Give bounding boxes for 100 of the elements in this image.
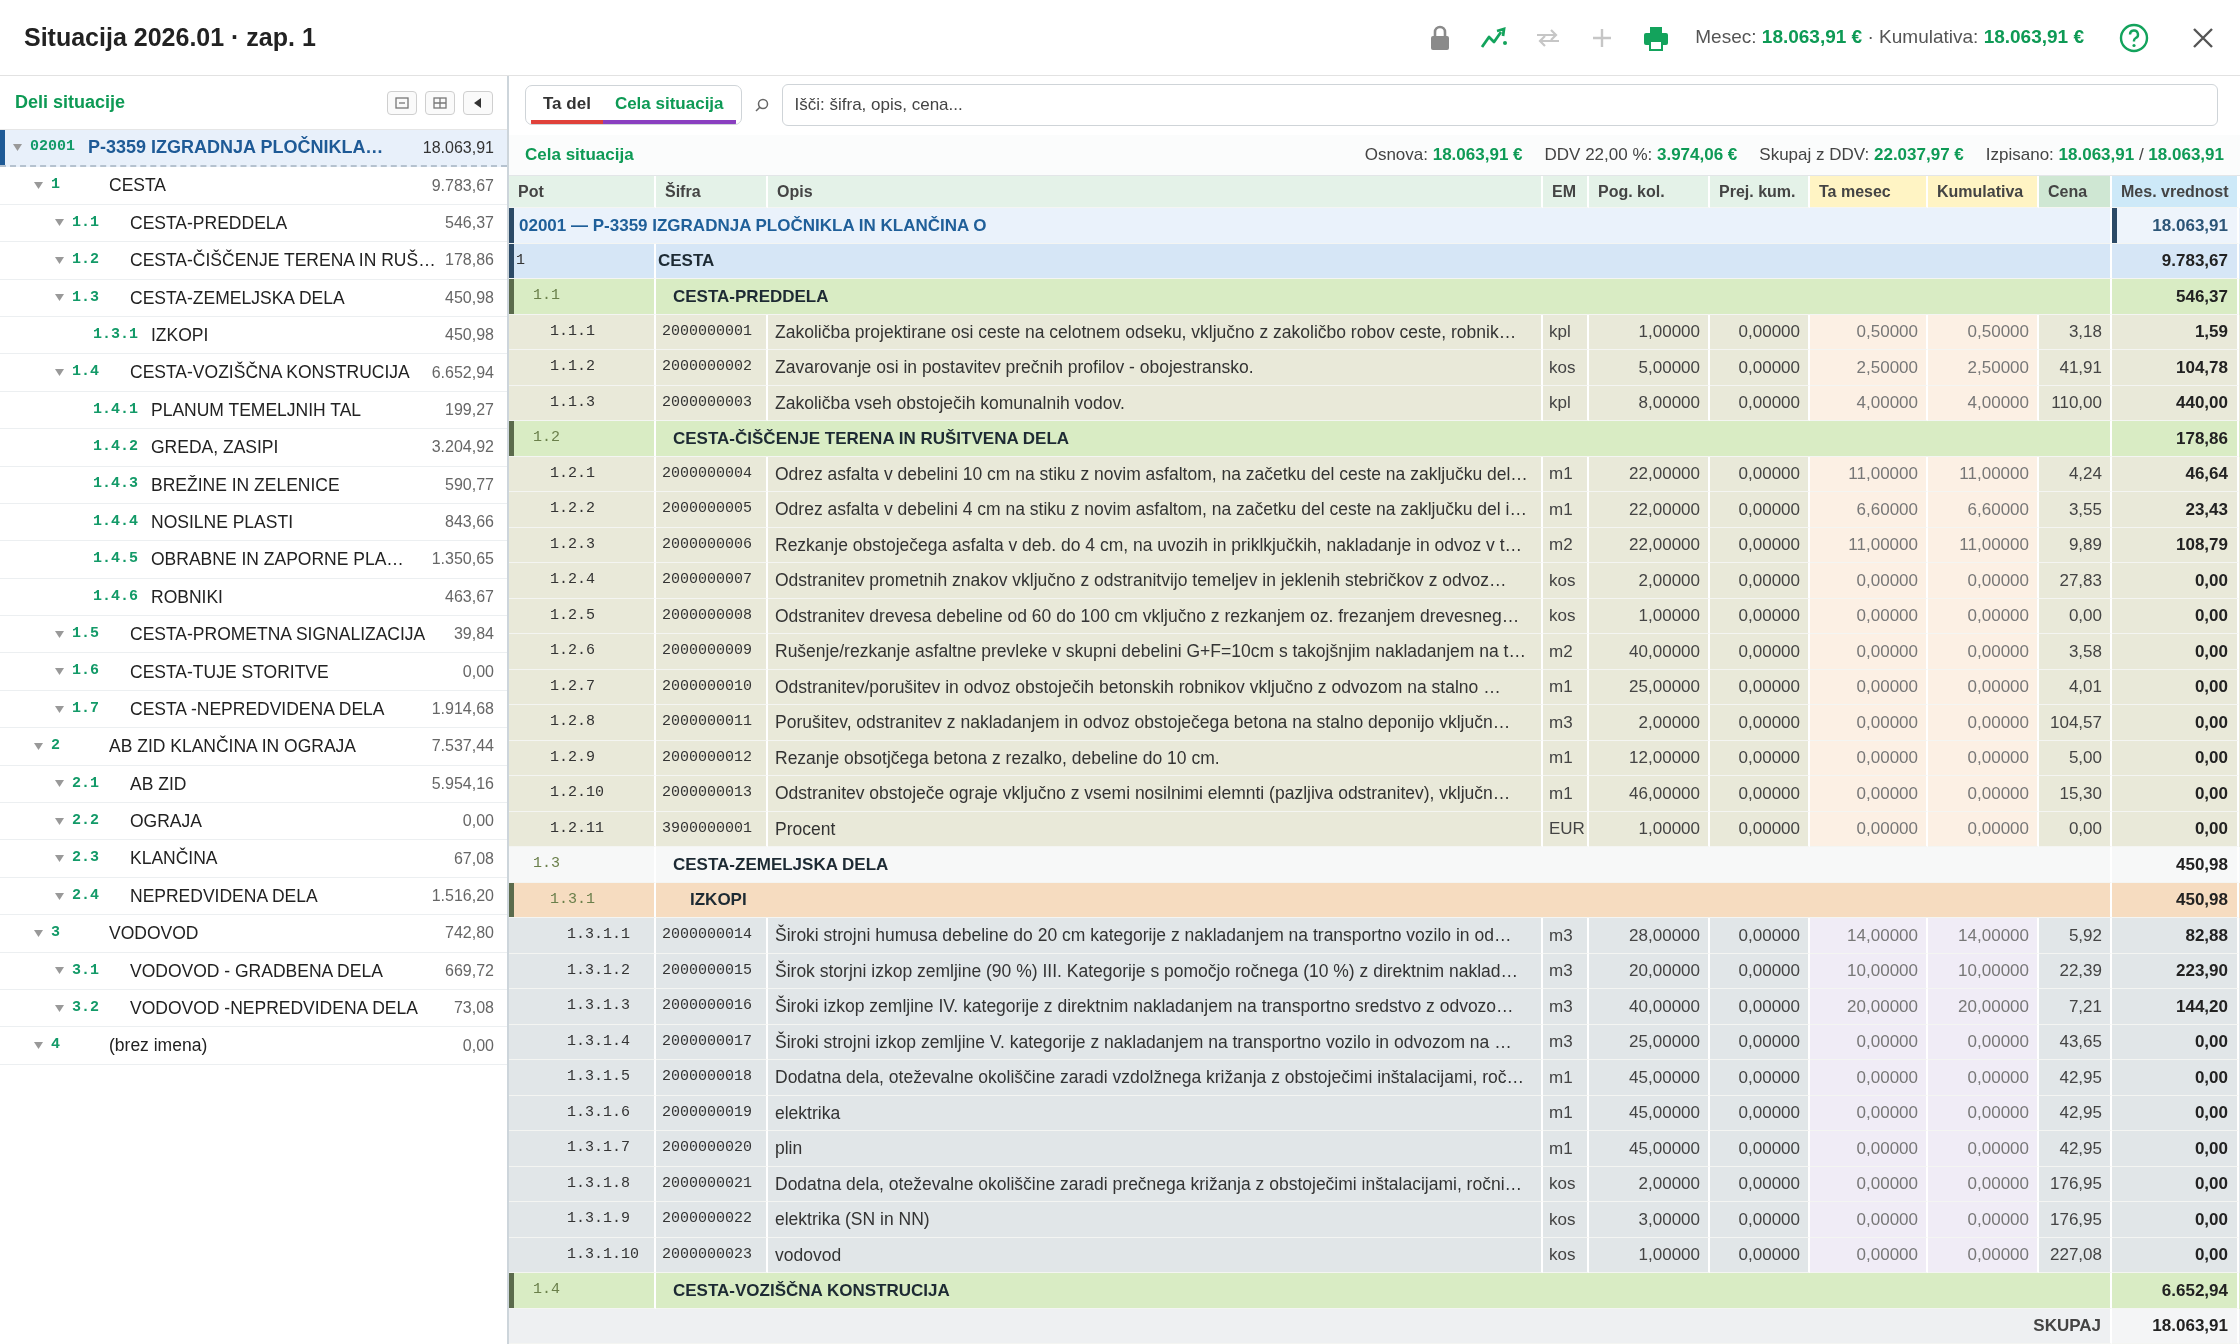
tree-item[interactable]: 1.4 CESTA-VOZIŠČNA KONSTRUCIJA 6.652,94 <box>0 354 507 392</box>
tree-item[interactable]: 2.3 KLANČINA 67,08 <box>0 840 507 878</box>
caret-icon[interactable] <box>54 219 64 227</box>
item-name: NEPREDVIDENA DELA <box>130 884 319 908</box>
quantity-cell: 0,00000 <box>1810 563 1928 599</box>
column-header[interactable]: Cena <box>2039 176 2112 208</box>
tab[interactable]: Ta del <box>531 86 603 125</box>
item-code: 1.4.6 <box>92 586 139 607</box>
column-header[interactable]: Mes. vrednost <box>2112 176 2239 208</box>
item-name: P-3359 IZGRADNJA PLOČNIKLA… <box>88 135 385 160</box>
tree-item[interactable]: 2.2 OGRAJA 0,00 <box>0 803 507 841</box>
expand-all-icon[interactable] <box>431 94 449 111</box>
column-header[interactable]: Kumulativa <box>1928 176 2039 208</box>
tab[interactable]: Cela situacija <box>602 86 736 125</box>
item-code: 2.2 <box>71 810 100 831</box>
tree-item[interactable]: 3.2 VODOVOD -NEPREDVIDENA DELA 73,08 <box>0 990 507 1028</box>
group-row[interactable]: 1 CESTA 9.783,67 <box>509 243 2240 279</box>
item-name: CESTA-ZEMELJSKA DELA <box>130 286 346 310</box>
tree-item[interactable]: 02001 P-3359 IZGRADNJA PLOČNIKLA… 18.063,91 <box>0 130 507 168</box>
quantity-cell: 2,50000 <box>1810 350 1928 386</box>
help-icon[interactable] <box>2118 21 2150 54</box>
item-name: CESTA -NEPREDVIDENA DELA <box>130 697 386 721</box>
caret-icon[interactable] <box>54 892 64 900</box>
section-row[interactable]: 1.4 CESTA-VOZIŠČNA KONSTRUCIJA 6.652,94 <box>509 1273 2240 1309</box>
caret-icon[interactable] <box>33 1042 43 1050</box>
quantity-cell: 0,00000 <box>1810 1237 1928 1273</box>
quantity-cell: 10,00000 <box>1810 953 1928 989</box>
tree-item[interactable]: 2.4 NEPREDVIDENA DELA 1.516,20 <box>0 877 507 916</box>
tree-item[interactable]: 3 VODOVOD 742,80 <box>0 915 507 953</box>
quantity-cell: 0,00000 <box>1810 1095 1928 1131</box>
tree-item[interactable]: 1.4.1 PLANUM TEMELJNIH TAL 199,27 <box>0 391 507 430</box>
caret-icon[interactable] <box>54 705 64 713</box>
quantity-cell: 0,00000 <box>1928 1237 2039 1273</box>
tree-item[interactable]: 4 (brez imena) 0,00 <box>0 1027 507 1065</box>
tree-item[interactable]: 1.5 CESTA-PROMETNA SIGNALIZACIJA 39,84 <box>0 616 507 654</box>
item-value: 73,08 <box>453 998 494 1019</box>
quantity-cell: 0,00000 <box>1810 598 1928 634</box>
item-value: 9.783,67 <box>431 175 494 196</box>
tree-item[interactable]: 2.1 AB ZID 5.954,16 <box>0 765 507 804</box>
item-value: 199,27 <box>445 399 494 420</box>
quantity-cell: 0,00000 <box>1928 1166 2039 1202</box>
column-header[interactable]: Pot <box>509 176 656 208</box>
caret-icon[interactable] <box>33 929 43 937</box>
section-row[interactable]: 1.3.1 IZKOPI 450,98 <box>509 882 2240 918</box>
item-code: 1.3 <box>71 287 100 308</box>
section-row[interactable]: 1.1 CESTA-PREDDELA 546,37 <box>509 279 2240 315</box>
item-name: AB ZID KLANČINA IN OGRAJA <box>109 735 357 759</box>
item-code: 1.5 <box>71 624 100 644</box>
caret-icon[interactable] <box>33 742 43 750</box>
caret-icon[interactable] <box>54 294 64 302</box>
tree-item[interactable]: 1.7 CESTA -NEPREDVIDENA DELA 1.914,68 <box>0 690 507 729</box>
tree-item[interactable]: 1.6 CESTA-TUJE STORITVE 0,00 <box>0 653 507 691</box>
tree-item[interactable]: 1.3.1 IZKOPI 450,98 <box>0 316 507 355</box>
row-total: 18.063,91 <box>2112 208 2239 244</box>
caret-icon[interactable] <box>54 967 64 975</box>
item-code: 4 <box>50 1035 61 1056</box>
tree-item[interactable]: 1.4.4 NOSILNE PLASTI 843,66 <box>0 503 507 542</box>
column-header[interactable]: Opis <box>768 176 1543 208</box>
caret-icon[interactable] <box>54 668 64 676</box>
item-value: 1.914,68 <box>431 699 494 720</box>
column-header[interactable]: Prej. kum. <box>1710 176 1810 208</box>
caret-icon[interactable] <box>54 855 64 863</box>
tree-item[interactable]: 3.1 VODOVOD - GRADBENA DELA 669,72 <box>0 952 507 990</box>
caret-icon[interactable] <box>54 817 64 825</box>
tree-item[interactable]: 2 AB ZID KLANČINA IN OGRAJA 7.537,44 <box>0 728 507 766</box>
section-row[interactable]: 1.3 CESTA-ZEMELJSKA DELA 450,98 <box>509 847 2240 883</box>
tree-item[interactable]: 1.4.3 BREŽINE IN ZELENICE 590,77 <box>0 466 507 504</box>
column-header[interactable]: Šifra <box>656 176 768 208</box>
tree-item[interactable]: 1.4.6 ROBNIKI 463,67 <box>0 578 507 617</box>
caret-icon[interactable] <box>33 182 43 190</box>
column-header[interactable]: Ta mesec <box>1810 176 1928 208</box>
section-row[interactable]: 1.2 CESTA-ČIŠČENJE TERENA IN RUŠITVENA DELA 178,86 <box>509 421 2240 457</box>
quantity-cell: 0,00000 <box>1928 634 2039 670</box>
window-title: Situacija 2026.01 · zap. 1 <box>24 21 316 53</box>
tree-item[interactable]: 1.4.2 GREDA, ZASIPI 3.204,92 <box>0 429 507 467</box>
caret-icon[interactable] <box>54 630 64 638</box>
item-code: 1.1 <box>71 212 100 233</box>
tree-item[interactable]: 1.1 CESTA-PREDDELA 546,37 <box>0 204 507 243</box>
quantity-cell: 10,00000 <box>1928 953 2039 989</box>
column-header[interactable]: EM <box>1543 176 1589 208</box>
collapse-all-icon[interactable] <box>393 94 411 111</box>
caret-icon[interactable] <box>54 256 64 264</box>
total-label: SKUPAJ <box>509 1308 2112 1344</box>
item-value: 742,80 <box>445 923 494 944</box>
tree-item[interactable]: 1.3 CESTA-ZEMELJSKA DELA 450,98 <box>0 279 507 317</box>
caret-icon[interactable] <box>54 1004 64 1012</box>
search-field[interactable]: Išči: šifra, opis, cena... <box>781 84 2218 127</box>
item-name: OBRABNE IN ZAPORNE PLA… <box>151 548 405 572</box>
caret-icon[interactable] <box>54 369 64 377</box>
caret-icon[interactable] <box>12 144 22 152</box>
tree-item[interactable]: 1.2 CESTA-ČIŠČENJE TERENA IN RUŠ… 178,86 <box>0 242 507 280</box>
item-name: PLANUM TEMELJNIH TAL <box>151 398 363 422</box>
tree-item[interactable]: 1.4.5 OBRABNE IN ZAPORNE PLA… 1.350,65 <box>0 541 507 579</box>
quantity-cell: 0,00000 <box>1928 811 2039 847</box>
item-code: 1.4.2 <box>92 437 139 458</box>
quantity-cell: 0,00000 <box>1810 1060 1928 1096</box>
caret-icon[interactable] <box>54 780 64 788</box>
column-header[interactable]: Pog. kol. <box>1589 176 1710 208</box>
quantity-cell: 0,00000 <box>1928 598 2039 634</box>
tree-item[interactable]: 1 CESTA 9.783,67 <box>0 167 507 205</box>
